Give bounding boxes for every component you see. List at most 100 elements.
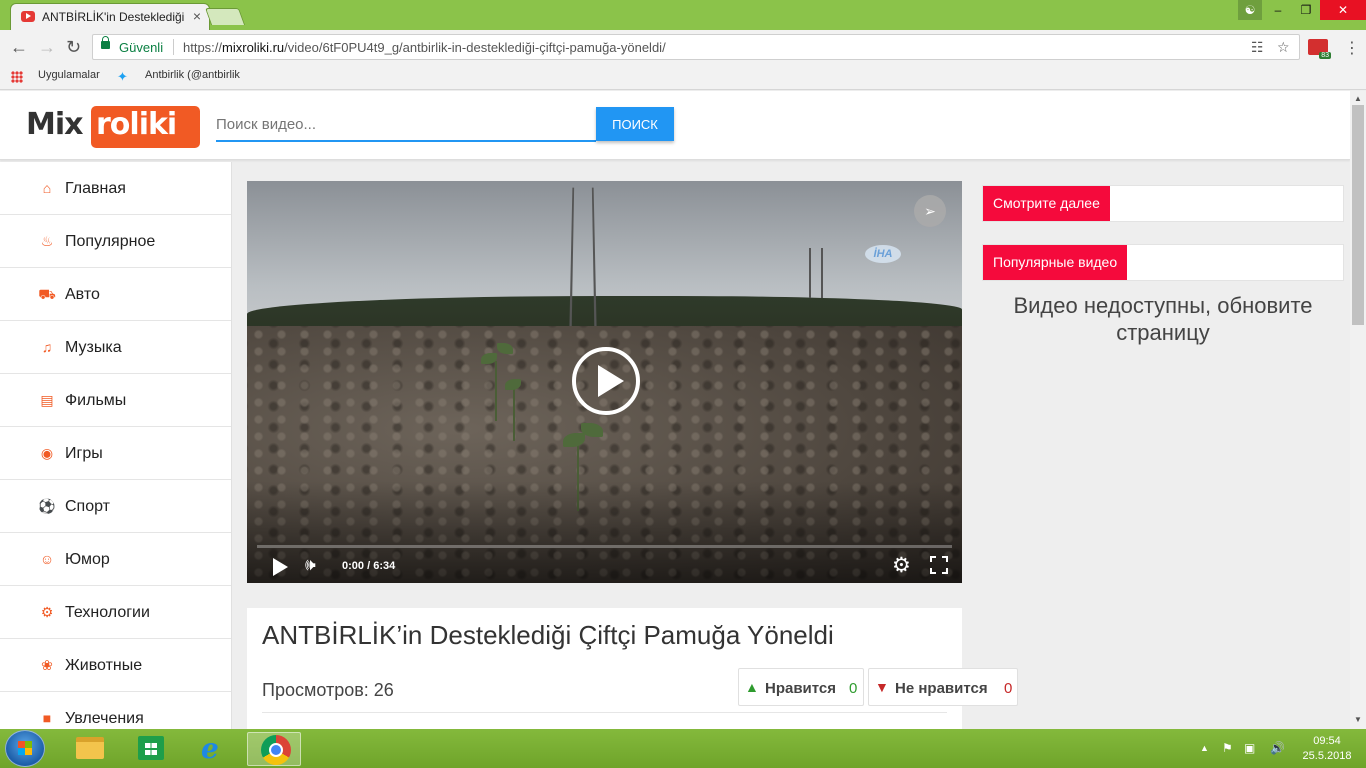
apps-grid-icon[interactable] [11,71,23,83]
browser-tab[interactable]: ANTBİRLİK'in Desteklediği × [10,3,210,30]
views-value: 26 [373,680,394,700]
fullscreen-icon[interactable] [930,556,948,574]
scroll-thumb[interactable] [1352,105,1364,325]
restore-button[interactable]: ❐ [1292,0,1320,20]
forward-arrow-icon[interactable]: → [38,37,56,58]
flag-icon[interactable]: ⚑ [1222,741,1233,755]
sidebar-item-label: Главная [65,180,126,197]
time-display: 0:00 / 6:34 [342,560,396,572]
internet-explorer-icon: e [201,732,219,765]
sidebar-item-music[interactable]: ♫ Музыка [0,321,231,374]
browser-menu-icon[interactable]: ⋮ [1344,38,1360,58]
sidebar-item-movies[interactable]: ▤ Фильмы [0,374,231,427]
tab-title: ANTBİRLİK'in Desteklediği [42,10,185,24]
like-button[interactable]: ▲ Нравится 0 [738,668,864,706]
logo-mix[interactable]: Mix [26,107,83,142]
progress-bar[interactable] [257,545,952,548]
home-icon: ⌂ [42,180,52,196]
gears-icon: ⚙ [40,604,54,620]
clock-time: 09:54 [1313,735,1341,747]
system-clock[interactable]: 09:54 25.5.2018 [1300,734,1354,764]
start-button[interactable] [5,730,45,767]
share-button[interactable]: ➢ [914,195,946,227]
folder-icon [76,737,104,759]
store-icon [138,736,164,760]
sidebar-item-animals[interactable]: ❀ Животные [0,639,231,692]
thumbs-up-icon: ▲ [745,679,759,695]
play-icon[interactable] [273,558,288,576]
youtube-favicon-icon [21,11,35,22]
scroll-up-arrow-icon[interactable]: ▲ [1354,94,1362,103]
page-scrollbar[interactable]: ▲ ▼ [1350,91,1366,729]
sidebar-item-home[interactable]: ⌂ Главная [0,162,231,215]
minimize-button[interactable]: – [1264,0,1292,20]
reload-icon[interactable]: ↻ [66,37,81,58]
taskbar-ie[interactable]: e [186,732,240,766]
car-icon: ⛟ [38,286,56,302]
close-window-button[interactable]: ✕ [1320,0,1366,20]
taskbar-chrome[interactable] [247,732,301,766]
pylon-shape [569,187,597,338]
twitter-icon: ✦ [117,69,128,84]
translate-icon[interactable]: ☷ [1251,39,1264,56]
views-label: Просмотров: [262,680,369,700]
watch-next-tab[interactable]: Смотрите далее [983,186,1110,221]
video-player[interactable]: İHA ➢ 🕪 0:00 / 6:34 ⚙ [247,181,962,583]
popular-videos-section: Популярные видео [982,244,1344,281]
speaker-icon[interactable]: 🔊 [1270,741,1285,755]
taskbar-store[interactable] [124,732,178,766]
plant-leaf [497,343,513,354]
volume-icon[interactable]: 🕪 [305,555,316,575]
hobby-icon: ■ [42,710,52,726]
bookmark-apps[interactable]: Uygulamalar [38,69,100,81]
big-play-button[interactable] [572,347,640,415]
watermark-logo: İHA [865,245,901,263]
bookmarks-bar: Uygulamalar ✦ Antbirlik (@antbirlik [0,64,1366,90]
sidebar-item-popular[interactable]: ♨ Популярное [0,215,231,268]
new-tab-button[interactable] [204,8,246,25]
sidebar-item-games[interactable]: ◉ Игры [0,427,231,480]
settings-gear-icon[interactable]: ⚙ [892,553,911,578]
current-time: 0:00 [342,560,365,572]
back-arrow-icon[interactable]: ← [10,37,28,58]
sidebar-item-humor[interactable]: ☺ Юмор [0,533,231,586]
browser-toolbar: ← → ↻ Güvenli https://mixroliki.ru/video… [0,30,1366,64]
profile-icon[interactable]: ☯ [1238,0,1262,20]
chrome-icon [261,735,291,765]
like-label: Нравится [765,680,837,697]
sidebar-item-label: Игры [65,445,103,462]
sidebar-item-label: Музыка [65,339,122,356]
url-text[interactable]: https://mixroliki.ru/video/6tF0PU4t9_g/a… [183,40,666,55]
popular-videos-tab[interactable]: Популярные видео [983,245,1128,280]
sidebar-item-label: Авто [65,286,100,303]
scroll-down-arrow-icon[interactable]: ▼ [1354,715,1362,724]
sidebar-item-sport[interactable]: ⚽ Спорт [0,480,231,533]
tab-close-icon[interactable]: × [193,8,201,24]
divider [262,712,947,713]
bookmark-star-icon[interactable]: ☆ [1277,39,1290,56]
tray-overflow-icon[interactable]: ▲ [1200,743,1209,753]
url-host: mixroliki.ru [222,40,285,55]
sidebar-item-hobbies[interactable]: ■ Увлечения [0,692,231,729]
taskbar-explorer[interactable] [62,732,116,766]
sidebar-item-label: Животные [65,657,143,674]
sidebar-item-label: Спорт [65,498,110,515]
duration: 6:34 [373,560,396,572]
search-input[interactable] [216,108,596,142]
music-note-icon: ♫ [41,339,53,355]
bookmark-antbirlik[interactable]: Antbirlik (@antbirlik [145,69,255,81]
search-button[interactable]: ПОИСК [596,107,674,141]
sidebar-item-tech[interactable]: ⚙ Технологии [0,586,231,639]
dislike-button[interactable]: ▼ Не нравится 0 [868,668,1018,706]
logo-roliki[interactable]: roliki [96,107,177,142]
windows-taskbar: e ▲ ⚑ ▣ 🔊 09:54 25.5.2018 [0,729,1366,768]
paw-icon: ❀ [41,657,53,673]
sidebar-item-label: Юмор [65,551,110,568]
url-prefix: https:// [183,40,223,55]
site-header: Mix roliki ПОИСК [0,91,1350,160]
sidebar-item-auto[interactable]: ⛟ Авто [0,268,231,321]
extension-icon[interactable]: 83 [1308,39,1331,59]
network-icon[interactable]: ▣ [1244,741,1255,755]
address-bar[interactable]: Güvenli https://mixroliki.ru/video/6tF0P… [92,34,1300,60]
fire-icon: ♨ [40,233,54,249]
